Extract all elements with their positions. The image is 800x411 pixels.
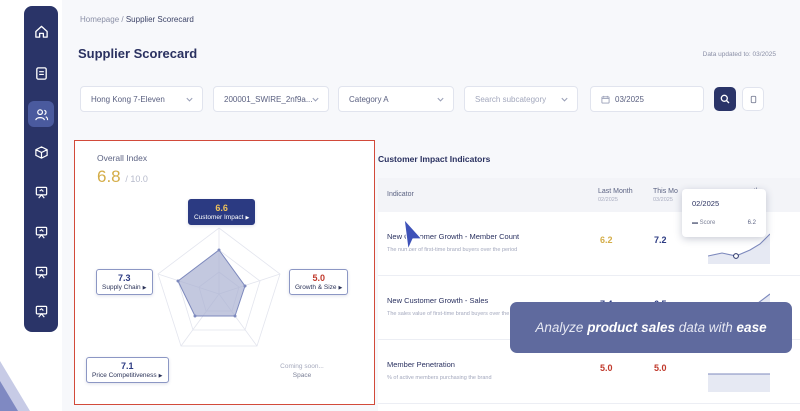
subcategory-placeholder: Search subcategory — [475, 94, 547, 104]
header-last-month: Last Month 02/2025 — [598, 188, 633, 203]
last-month-value: 6.2 — [600, 235, 613, 245]
date-value: 03/2025 — [615, 94, 644, 104]
tooltip-date: 02/2025 — [692, 199, 720, 208]
header-last-month-period: 02/2025 — [598, 197, 618, 203]
nav-rail — [24, 6, 58, 332]
impact-section-title: Customer Impact Indicators — [378, 154, 491, 164]
growth-size-value: 5.0 — [312, 273, 325, 283]
breadcrumb-separator: / — [121, 15, 124, 24]
store-select[interactable]: Hong Kong 7-Eleven — [80, 86, 203, 112]
radar-label-growth-size[interactable]: 5.0 Growth & Size ▶ — [289, 269, 349, 295]
tooltip-label-text: Score — [699, 220, 716, 226]
chevron-down-icon — [186, 97, 193, 102]
chevron-down-icon — [312, 97, 319, 102]
this-month-value: 5.0 — [654, 363, 667, 373]
users-icon — [34, 108, 48, 120]
breadcrumb-home-link[interactable]: Homepage — [80, 15, 119, 24]
nav-board-1-button[interactable] — [28, 179, 54, 205]
price-competitiveness-value: 7.1 — [121, 361, 134, 371]
supplier-select[interactable]: 200001_SWIRE_2nf9a... — [213, 86, 329, 112]
breadcrumb: Homepage / Supplier Scorecard — [80, 15, 194, 24]
customer-impact-value: 6.6 — [215, 203, 228, 213]
coming-soon-text: Coming soon... — [280, 363, 324, 370]
radar-label-supply-chain[interactable]: 7.3 Supply Chain ▶ — [96, 269, 153, 295]
radar-area — [177, 249, 246, 317]
category-select-value: Category A — [349, 94, 389, 104]
radar-label-customer-impact[interactable]: 6.6 Customer Impact ▶ — [188, 199, 256, 225]
presentation-icon — [35, 186, 47, 198]
data-updated-label: Data updated to: 03/2025 — [702, 51, 776, 58]
document-icon — [35, 66, 47, 80]
sidebar — [0, 0, 62, 411]
promo-text-pre: Analyze — [535, 320, 584, 335]
box-icon — [34, 145, 48, 159]
this-month-value: 7.2 — [654, 235, 667, 245]
header-last-month-label: Last Month — [598, 188, 633, 195]
supply-chain-label: Supply Chain — [102, 284, 141, 291]
last-month-value: 5.0 — [600, 363, 613, 373]
nav-reports-button[interactable] — [28, 60, 54, 86]
store-select-value: Hong Kong 7-Eleven — [91, 94, 165, 104]
chevron-down-icon — [437, 97, 444, 102]
nav-suppliers-button[interactable] — [28, 101, 54, 127]
chevron-down-icon — [561, 97, 568, 102]
nav-home-button[interactable] — [28, 18, 54, 44]
tooltip-value: 6.2 — [747, 220, 756, 226]
indicator-desc: The sales value of first-time brand buye… — [387, 311, 527, 317]
search-button[interactable] — [714, 87, 736, 111]
growth-size-label: Growth & Size — [295, 284, 337, 291]
overall-index-card: Overall Index 6.8 / 10.0 6.6 Customer Im… — [74, 140, 375, 405]
page-title: Supplier Scorecard — [78, 46, 198, 61]
promo-text-mid: data with — [678, 320, 733, 335]
home-icon — [34, 25, 48, 38]
nav-board-2-button[interactable] — [28, 219, 54, 245]
promo-text-bold-1: product sales — [587, 320, 675, 335]
refresh-icon — [750, 95, 756, 103]
search-icon — [720, 94, 730, 104]
radar-label-price-competitiveness[interactable]: 7.1 Price Competitiveness ▶ — [86, 357, 169, 383]
reset-button[interactable] — [742, 87, 764, 111]
promo-text-bold-2: ease — [736, 320, 767, 335]
subcategory-search[interactable]: Search subcategory — [464, 86, 578, 112]
header-this-month-period: 03/2025 — [653, 197, 673, 203]
nav-board-3-button[interactable] — [28, 259, 54, 285]
presentation-icon — [35, 305, 47, 317]
space-label: Space — [292, 372, 312, 379]
caret-right-icon: ▶ — [158, 373, 163, 379]
date-picker[interactable]: 03/2025 — [590, 86, 704, 112]
sparkline — [708, 373, 770, 392]
tooltip-label: ▬ Score — [692, 220, 716, 226]
caret-right-icon: ▶ — [142, 285, 147, 291]
indicator-name: New Customer Growth - Sales — [387, 296, 489, 305]
breadcrumb-current: Supplier Scorecard — [125, 15, 194, 24]
indicator-name: Member Penetration — [387, 360, 455, 369]
price-competitiveness-label: Price Competitiveness — [92, 372, 157, 379]
presentation-icon — [35, 266, 47, 278]
main-content: Homepage / Supplier Scorecard Supplier S… — [62, 0, 800, 411]
decorative-shape — [0, 361, 30, 411]
header-indicator: Indicator — [387, 191, 414, 198]
caret-right-icon: ▶ — [338, 285, 343, 291]
nav-board-4-button[interactable] — [28, 298, 54, 324]
customer-impact-label: Customer Impact — [194, 214, 244, 221]
header-this-month: This Mo 03/2025 — [653, 188, 678, 203]
coming-soon-label: Coming soon... Space — [275, 363, 329, 379]
calendar-icon — [601, 95, 610, 104]
nav-products-button[interactable] — [28, 139, 54, 165]
promo-banner: Analyze product sales data with ease — [510, 302, 792, 353]
caret-right-icon: ▶ — [245, 215, 250, 221]
header-this-month-label: This Mo — [653, 188, 678, 195]
supplier-select-value: 200001_SWIRE_2nf9a... — [224, 94, 313, 104]
cursor-icon — [403, 218, 423, 251]
indicator-desc: % of active members purchasing the brand — [387, 375, 492, 381]
chart-tooltip: 02/2025 ▬ Score 6.2 — [682, 189, 766, 237]
supply-chain-value: 7.3 — [118, 273, 131, 283]
category-select[interactable]: Category A — [338, 86, 454, 112]
presentation-icon — [35, 226, 47, 238]
